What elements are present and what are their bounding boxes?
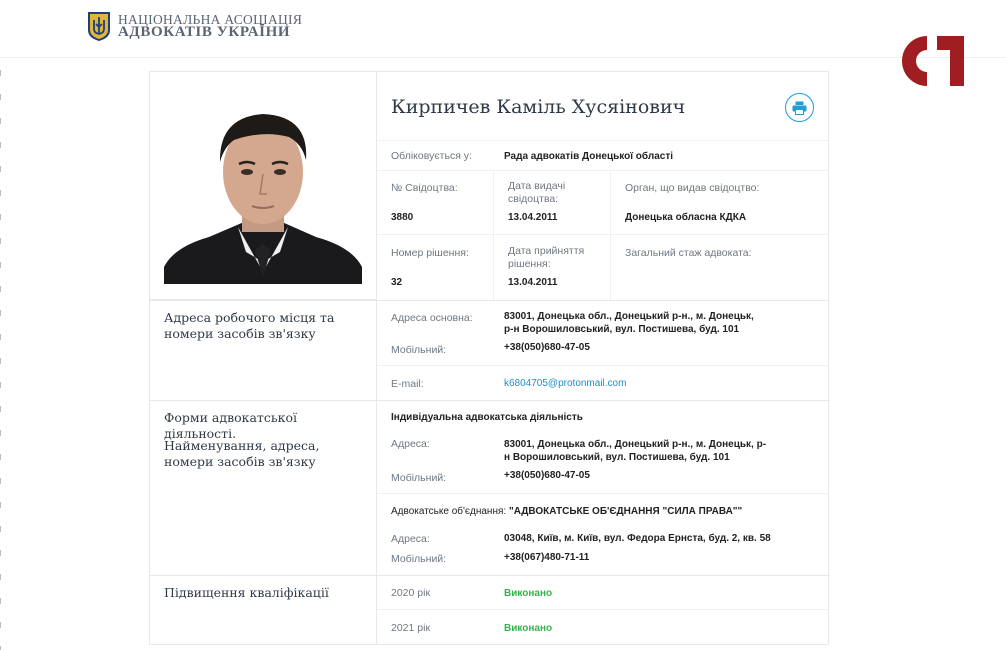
card-left-column: Адреса робочого місця та номери засобів … — [150, 72, 377, 644]
registered-label: Обліковується у: — [391, 150, 472, 162]
divider — [150, 300, 830, 301]
divider — [377, 493, 829, 494]
association-prefix: Адвокатське об'єднання: — [391, 506, 507, 517]
individual-address-label: Адреса: — [391, 438, 430, 450]
decision-no-label: Номер рішення: — [391, 247, 469, 259]
printer-icon — [792, 101, 807, 115]
logo-line2: АДВОКАТІВ УКРАЇНИ — [118, 24, 291, 40]
association-name: "АДВОКАТСЬКЕ ОБ'ЄДНАННЯ "СИЛА ПРАВА"" — [508, 506, 743, 517]
association-address-label: Адреса: — [391, 533, 430, 545]
photo-cell — [150, 72, 377, 300]
divider — [493, 170, 494, 300]
association-mobile-value: +38(067)480-71-11 — [504, 552, 590, 563]
divider — [377, 170, 829, 171]
qualification-section-title: Підвищення кваліфікації — [164, 585, 329, 600]
cert-date-value: 13.04.2011 — [508, 212, 558, 223]
decision-date-value: 13.04.2011 — [508, 277, 558, 288]
qualification-status: Виконано — [504, 623, 553, 634]
registered-value: Рада адвокатів Донецької області — [504, 151, 673, 162]
issuer-value: Донецька обласна КДКА — [625, 212, 747, 223]
forms-section-title-2: Найменування, адреса, номери засобів зв'… — [164, 438, 320, 469]
decision-date-label: Дата прийняття рішення: — [508, 245, 585, 270]
mobile-label: Мобільний: — [391, 344, 447, 356]
individual-mobile-label: Мобільний: — [391, 472, 447, 484]
qualification-year: 2021 рік — [391, 622, 431, 634]
workplace-section-title: Адреса робочого місця та номери засобів … — [164, 310, 335, 341]
main-address-value: 83001, Донецька обл., Донецький р-н., м.… — [504, 311, 754, 335]
divider — [610, 170, 611, 300]
lawyer-name: Кирпичев Каміль Хусяінович — [391, 96, 686, 118]
divider — [377, 609, 829, 610]
main-address-label: Адреса основна: — [391, 312, 473, 324]
cert-no-value: 3880 — [391, 212, 414, 223]
lawyer-profile-card: Адреса робочого місця та номери засобів … — [149, 71, 830, 645]
divider — [377, 365, 829, 366]
experience-label: Загальний стаж адвоката: — [625, 247, 752, 259]
decision-no-value: 32 — [391, 277, 403, 288]
divider — [377, 140, 829, 141]
email-label: E-mail: — [391, 378, 424, 390]
qualification-status: Виконано — [504, 588, 553, 599]
divider — [150, 400, 830, 401]
ci-watermark-logo — [901, 36, 964, 86]
print-button[interactable] — [785, 93, 814, 122]
cert-no-label: № Свідоцтва: — [391, 182, 458, 194]
association-address-value: 03048, Київ, м. Київ, вул. Федора Ернста… — [504, 533, 771, 544]
divider — [377, 234, 829, 235]
email-link[interactable]: k6804705@protonmail.com — [504, 377, 626, 390]
qualification-year: 2020 рік — [391, 587, 431, 599]
association-mobile-label: Мобільний: — [391, 553, 447, 565]
issuer-label: Орган, що видав свідоцтво: — [625, 182, 760, 194]
individual-address-value: 83001, Донецька обл., Донецький р-н., м.… — [504, 439, 767, 463]
lawyer-photo — [164, 102, 362, 284]
association-line: Адвокатське об'єднання: "АДВОКАТСЬКЕ ОБ'… — [391, 506, 742, 517]
page-edge-marks — [0, 70, 1, 650]
divider — [150, 575, 830, 576]
site-logo[interactable]: НАЦІОНАЛЬНА АСОЦІАЦІЯ АДВОКАТІВ УКРАЇНИ — [86, 10, 302, 42]
individual-practice-title: Індивідуальна адвокатська діяльність — [391, 412, 583, 423]
trident-emblem-icon — [88, 12, 110, 41]
site-header: НАЦІОНАЛЬНА АСОЦІАЦІЯ АДВОКАТІВ УКРАЇНИ — [0, 0, 1006, 58]
mobile-value: +38(050)680-47-05 — [504, 342, 590, 353]
individual-mobile-value: +38(050)680-47-05 — [504, 470, 590, 481]
cert-date-label: Дата видачі свідоцтва: — [508, 180, 566, 205]
